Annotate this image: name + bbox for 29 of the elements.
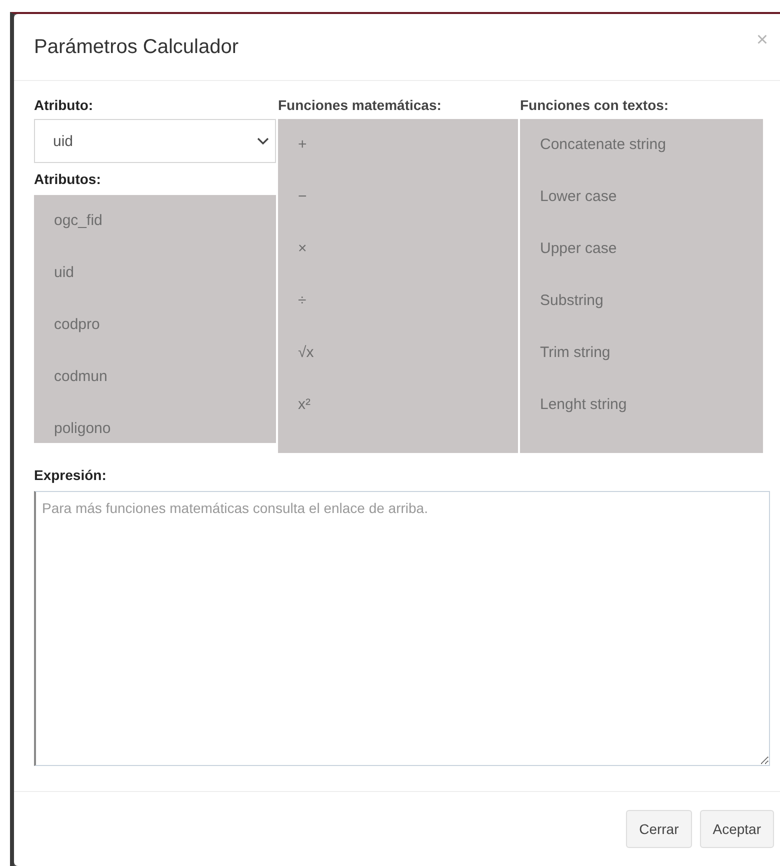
attribute-dropdown[interactable]: uid	[34, 119, 276, 163]
field-label: Atributos:	[34, 170, 102, 189]
field-label: Expresión:	[34, 466, 108, 485]
close-button[interactable]: ×	[756, 28, 768, 52]
math-function-item[interactable]: ÷	[278, 275, 518, 327]
dialog-title: Parámetros Calculador	[34, 36, 239, 58]
attribute-item[interactable]: codmun	[34, 351, 276, 403]
text-function-item[interactable]: Substring	[520, 275, 763, 327]
math-function-item[interactable]: √x	[278, 327, 518, 379]
dialog-button[interactable]: Aceptar	[700, 810, 774, 848]
text-function-item[interactable]: Lower case	[520, 171, 763, 223]
chevron-down-icon	[257, 137, 269, 145]
expression-field[interactable]: Para más funciones matemáticas consulta el enlace de arriba.	[34, 491, 770, 766]
text-function-item[interactable]: Upper case	[520, 223, 763, 275]
math-function-item[interactable]: +	[278, 119, 518, 171]
field-label: Atributo:	[34, 96, 94, 115]
text-function-item[interactable]: Concatenate string	[520, 119, 763, 171]
text-function-item[interactable]: Lenght string	[520, 379, 763, 431]
attribute-item[interactable]: ogc_fid	[34, 195, 276, 247]
math-function-item[interactable]: x²	[278, 379, 518, 431]
column-heading: Funciones matemáticas:	[278, 96, 442, 115]
attribute-item[interactable]: codpro	[34, 299, 276, 351]
attribute-item[interactable]: uid	[34, 247, 276, 299]
text-function-item[interactable]: Trim string	[520, 327, 763, 379]
attribute-item[interactable]: poligono	[34, 403, 276, 443]
column-heading: Funciones con textos:	[520, 96, 670, 115]
math-function-item[interactable]: −	[278, 171, 518, 223]
math-function-item[interactable]: ×	[278, 223, 518, 275]
dialog-button[interactable]: Cerrar	[626, 810, 692, 848]
